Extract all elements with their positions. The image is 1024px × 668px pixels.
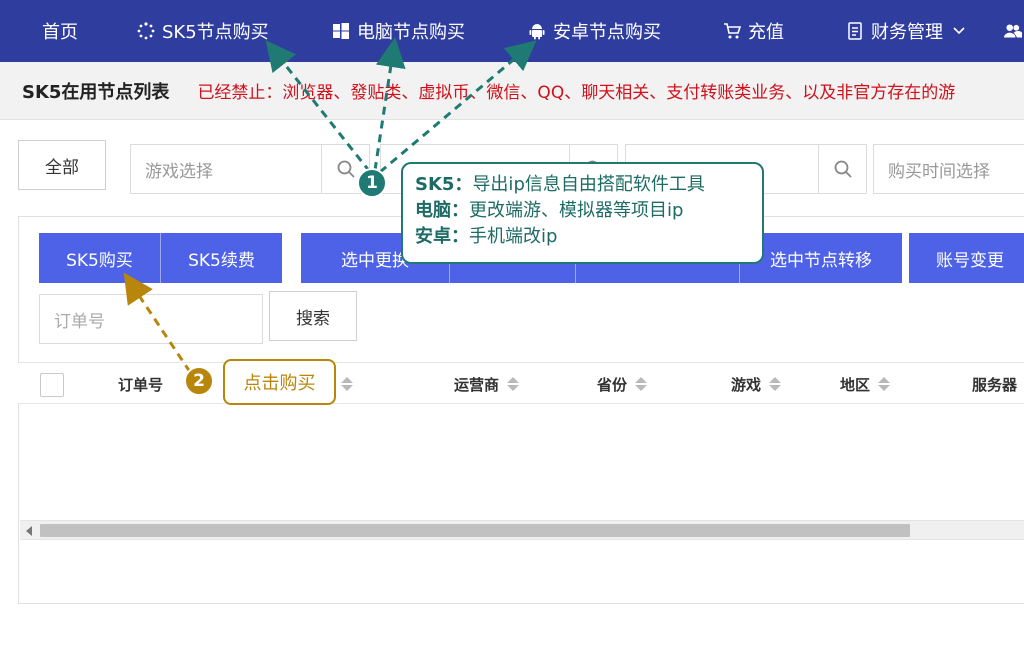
top-nav: 首页 SK5节点购买 电脑节点购买 安卓节点购买 充值 财务管理 <box>0 0 1024 62</box>
nav-finance-label: 财务管理 <box>871 22 943 43</box>
col-order-number-label: 订单号 <box>118 375 164 394</box>
col-region[interactable]: 地区 <box>840 363 891 405</box>
callout-key: SK5： <box>415 174 473 195</box>
order-number-input[interactable]: 订单号 <box>39 294 263 344</box>
callout-key: 电脑： <box>415 200 469 221</box>
chevron-down-icon <box>950 22 968 40</box>
nav-finance[interactable]: 财务管理 <box>846 0 968 62</box>
nav-user[interactable] <box>1004 0 1022 62</box>
scrollbar-thumb[interactable] <box>40 524 910 537</box>
nav-android-buy-label: 安卓节点购买 <box>553 22 661 43</box>
table-header: 订单号 运营商 省份 游戏 地区 服务器 <box>18 362 1024 404</box>
horizontal-scrollbar[interactable] <box>20 520 1024 540</box>
annotation-callout-1: SK5：导出ip信息自由搭配软件工具 电脑：更改端游、模拟器等项目ip 安卓：手… <box>401 162 764 264</box>
col-game-label: 游戏 <box>731 375 762 394</box>
android-icon <box>528 22 546 40</box>
purchase-time-placeholder: 购买时间选择 <box>888 161 990 182</box>
callout-line: 电脑：更改端游、模拟器等项目ip <box>415 198 750 224</box>
col-sort-extra[interactable] <box>341 363 353 405</box>
game-select[interactable]: 游戏选择 <box>130 144 370 194</box>
col-province[interactable]: 省份 <box>597 363 648 405</box>
notice-bar: SK5在用节点列表 已经禁止：浏览器、發贴类、虚拟币、微信、QQ、聊天相关、支付… <box>0 62 1024 120</box>
document-icon <box>846 22 864 40</box>
col-server-label: 服务器 <box>972 375 1018 394</box>
users-icon <box>1004 22 1022 40</box>
sort-icon <box>341 377 353 391</box>
game-select-placeholder: 游戏选择 <box>145 161 213 182</box>
col-order-number[interactable]: 订单号 <box>118 363 163 405</box>
nav-recharge-label: 充值 <box>748 22 784 43</box>
annotation-badge-1: 1 <box>357 168 387 198</box>
windows-icon <box>332 22 350 40</box>
banned-notice: 已经禁止：浏览器、發贴类、虚拟币、微信、QQ、聊天相关、支付转账类业务、以及非官… <box>197 83 956 103</box>
account-change-button[interactable]: 账号变更 <box>909 233 1024 283</box>
col-operator[interactable]: 运营商 <box>454 363 520 405</box>
purchase-time-select[interactable]: 购买时间选择 <box>873 144 1024 194</box>
page-title: SK5在用节点列表 <box>22 81 170 103</box>
search-icon[interactable] <box>818 145 866 193</box>
nav-pc-buy[interactable]: 电脑节点购买 <box>332 0 465 62</box>
nav-recharge[interactable]: 充值 <box>723 0 784 62</box>
col-region-label: 地区 <box>840 375 871 394</box>
callout-line: 安卓：手机端改ip <box>415 224 750 250</box>
callout-value: 导出ip信息自由搭配软件工具 <box>472 174 705 195</box>
sort-icon <box>769 377 782 391</box>
callout-value: 手机端改ip <box>469 226 558 247</box>
sk5-renew-button[interactable]: SK5续费 <box>160 233 282 283</box>
callout-line: SK5：导出ip信息自由搭配软件工具 <box>415 172 750 198</box>
nav-sk5-buy[interactable]: SK5节点购买 <box>137 0 269 62</box>
col-game[interactable]: 游戏 <box>731 363 782 405</box>
select-all-checkbox[interactable] <box>40 373 64 397</box>
col-operator-label: 运营商 <box>454 375 500 394</box>
nav-pc-buy-label: 电脑节点购买 <box>357 22 465 43</box>
annotation-callout-2: 点击购买 <box>223 359 336 405</box>
nav-home[interactable]: 首页 <box>42 0 78 62</box>
nav-android-buy[interactable]: 安卓节点购买 <box>528 0 661 62</box>
callout-key: 安卓： <box>415 226 469 247</box>
col-province-label: 省份 <box>597 375 628 394</box>
nav-home-label: 首页 <box>42 22 78 43</box>
sort-icon <box>878 377 891 391</box>
sort-icon <box>635 377 648 391</box>
scroll-left-icon[interactable] <box>26 526 32 536</box>
sort-icon <box>507 377 520 391</box>
filter-all-button[interactable]: 全部 <box>18 140 106 190</box>
loading-circle-icon <box>137 22 155 40</box>
sk5-buy-button[interactable]: SK5购买 <box>39 233 160 283</box>
page: 首页 SK5节点购买 电脑节点购买 安卓节点购买 充值 财务管理 SK5在用节点… <box>0 0 1024 668</box>
annotation-badge-2: 2 <box>184 366 214 396</box>
col-server[interactable]: 服务器 <box>972 363 1017 405</box>
search-button[interactable]: 搜索 <box>269 291 357 341</box>
cart-icon <box>723 22 741 40</box>
callout-value: 更改端游、模拟器等项目ip <box>469 200 684 221</box>
nav-sk5-buy-label: SK5节点购买 <box>162 22 269 43</box>
